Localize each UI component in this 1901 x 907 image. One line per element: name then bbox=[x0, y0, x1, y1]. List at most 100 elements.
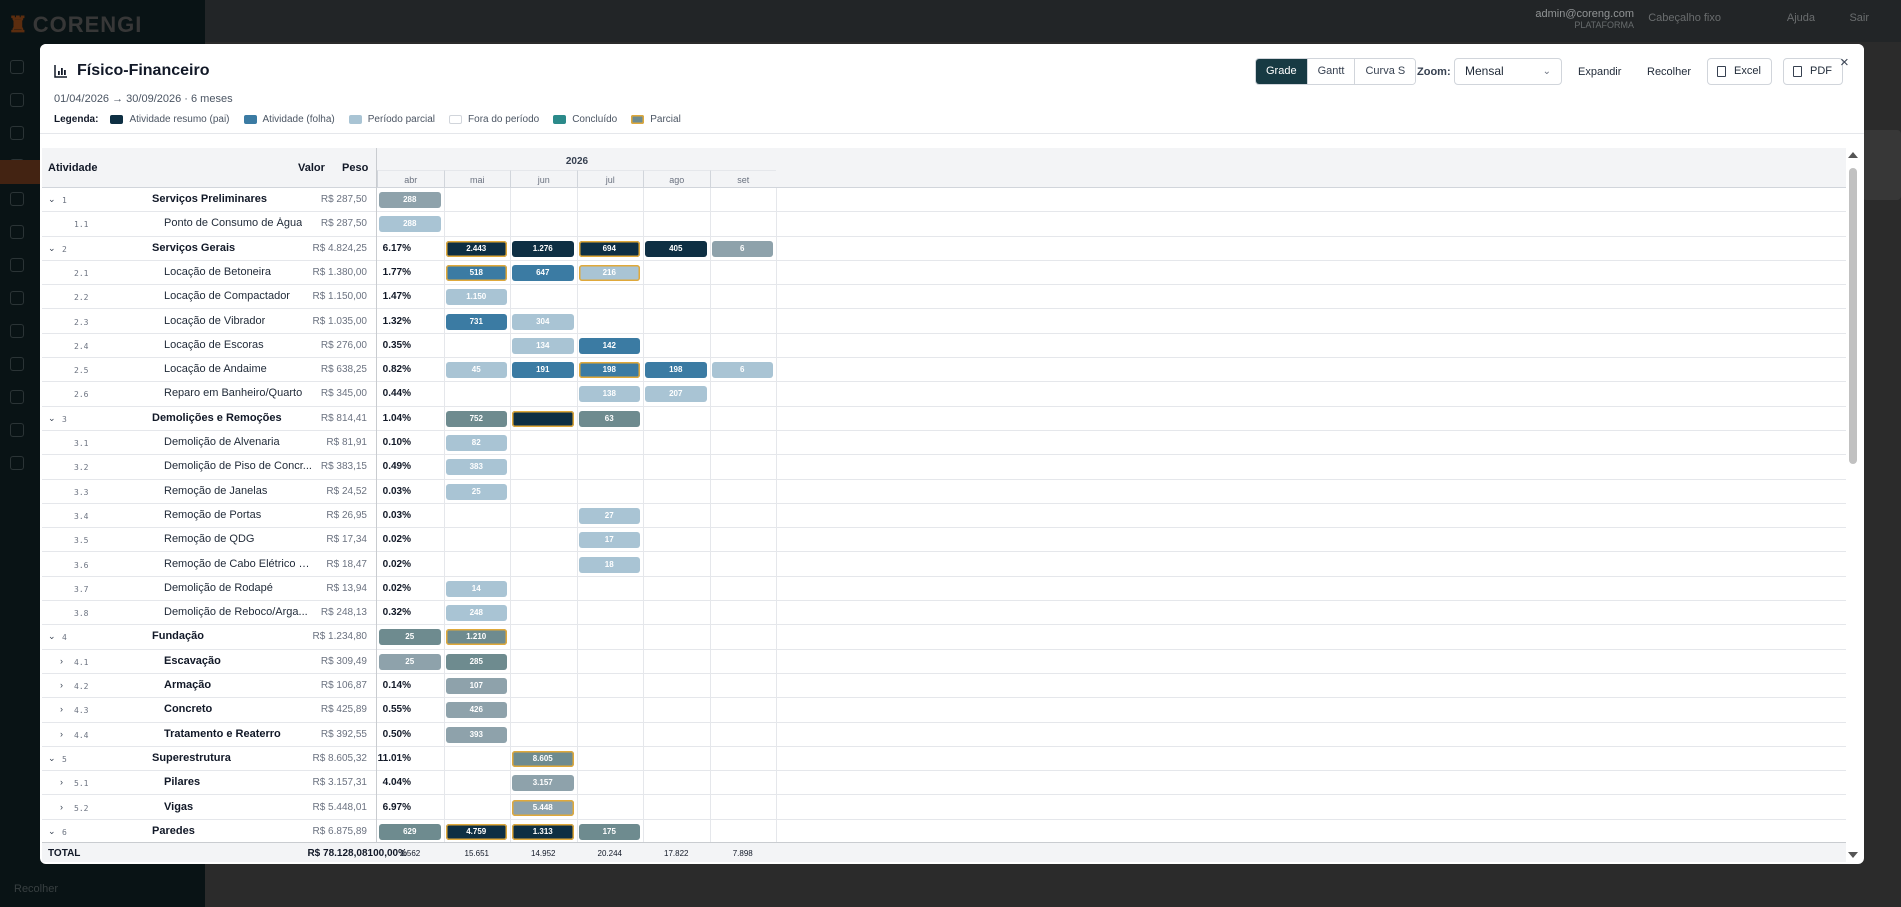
vertical-scrollbar[interactable] bbox=[1846, 148, 1860, 862]
close-icon[interactable]: × bbox=[1840, 54, 1849, 71]
sidebar-collapse-button[interactable]: Recolher bbox=[14, 883, 58, 895]
chevron-down-icon[interactable]: ⌄ bbox=[48, 826, 56, 837]
table-row[interactable]: › 4.3 Concreto R$ 425,89 0.55% 426 bbox=[42, 698, 1848, 723]
table-row[interactable]: › 4.2 Armação R$ 106,87 0.14% 107 bbox=[42, 674, 1848, 699]
month-value-bar[interactable]: 518 bbox=[445, 264, 507, 281]
month-value-bar[interactable]: 426 bbox=[445, 702, 507, 719]
table-row[interactable]: ⌄ 3 Demolições e Remoções R$ 814,41 1.04% 752… bbox=[42, 406, 1848, 431]
table-row[interactable]: 2.4 Locação de Escoras R$ 276,00 0.35% 134 14… bbox=[42, 333, 1848, 359]
month-value-bar[interactable]: 82 bbox=[445, 435, 507, 451]
chevron-right-icon[interactable]: › bbox=[60, 777, 63, 787]
excel-export-button[interactable]: Excel bbox=[1707, 58, 1772, 85]
tab-gantt[interactable]: Gantt bbox=[1307, 59, 1356, 84]
chevron-down-icon[interactable]: ⌄ bbox=[48, 631, 56, 642]
truck-icon[interactable] bbox=[10, 291, 24, 305]
tab-grade[interactable]: Grade bbox=[1256, 59, 1308, 84]
chevron-down-icon[interactable]: ⌄ bbox=[48, 243, 56, 254]
table-row[interactable]: 3.1 Demolição de Alvenaria R$ 81,91 0.10% 82 bbox=[42, 431, 1848, 456]
month-value-bar[interactable]: 1.150 bbox=[445, 289, 507, 306]
month-value-bar[interactable] bbox=[512, 410, 574, 427]
table-row[interactable]: 3.6 Remoção de Cabo Elétrico - ... R$ 18,4… bbox=[42, 552, 1848, 577]
month-value-bar[interactable]: 63 bbox=[578, 410, 640, 427]
layers-icon[interactable] bbox=[10, 258, 24, 272]
month-value-bar[interactable]: 8.605 bbox=[512, 750, 574, 767]
box-icon[interactable] bbox=[10, 225, 24, 239]
dashboard-icon[interactable] bbox=[10, 60, 24, 74]
month-value-bar[interactable]: 752 bbox=[445, 410, 507, 427]
month-value-bar[interactable]: 138 bbox=[578, 386, 640, 403]
chevron-right-icon[interactable]: › bbox=[60, 729, 63, 739]
month-value-bar[interactable]: 288 bbox=[379, 216, 441, 233]
month-value-bar[interactable]: 5.448 bbox=[512, 799, 574, 816]
scroll-up-icon[interactable] bbox=[1848, 152, 1858, 158]
table-row[interactable]: ⌄ 5 Superestrutura R$ 8.605,32 11.01% 8.605 bbox=[42, 746, 1848, 772]
month-value-bar[interactable]: 3.157 bbox=[512, 775, 574, 792]
month-value-bar[interactable]: 18 bbox=[578, 556, 640, 573]
users-icon[interactable] bbox=[10, 324, 24, 338]
month-value-bar[interactable]: 731 bbox=[445, 313, 507, 330]
table-row[interactable]: 3.2 Demolição de Piso de Concr... R$ 383,1… bbox=[42, 455, 1848, 480]
fixed-header-toggle[interactable]: Cabeçalho fixo bbox=[1648, 12, 1721, 24]
chevron-right-icon[interactable]: › bbox=[60, 656, 63, 666]
table-row[interactable]: 3.3 Remoção de Janelas R$ 24,52 0.03% 25 bbox=[42, 479, 1848, 504]
month-value-bar[interactable]: 393 bbox=[445, 726, 507, 743]
month-value-bar[interactable]: 405 bbox=[645, 240, 707, 257]
month-value-bar[interactable]: 134 bbox=[512, 337, 574, 354]
month-value-bar[interactable]: 142 bbox=[578, 337, 640, 354]
zoom-select[interactable]: Mensal ⌄ bbox=[1454, 58, 1562, 85]
month-value-bar[interactable]: 17 bbox=[578, 532, 640, 549]
table-row[interactable]: 1.1Ponto de Consumo de ÁguaR$ 287,500.37… bbox=[42, 212, 1848, 237]
chevron-right-icon[interactable]: › bbox=[60, 680, 63, 690]
month-value-bar[interactable]: 2.443 bbox=[445, 240, 507, 257]
logout-button[interactable]: Sair bbox=[1849, 12, 1869, 24]
shield-icon[interactable] bbox=[10, 456, 24, 470]
table-row[interactable]: ⌄4FundaçãoR$ 1.234,801.58%251.210 bbox=[42, 625, 1848, 650]
collapse-button[interactable]: Recolher bbox=[1647, 66, 1691, 78]
scroll-down-icon[interactable] bbox=[1848, 852, 1858, 858]
table-row[interactable]: 3.7 Demolição de Rodapé R$ 13,94 0.02% 14 bbox=[42, 576, 1848, 602]
month-value-bar[interactable]: 25 bbox=[379, 629, 441, 646]
month-value-bar[interactable]: 694 bbox=[578, 240, 640, 257]
list-icon[interactable] bbox=[10, 192, 24, 206]
table-row[interactable]: › 4.4 Tratamento e Reaterro R$ 392,55 0.50% 3… bbox=[42, 722, 1848, 747]
month-value-bar[interactable]: 216 bbox=[578, 264, 640, 281]
settings-icon[interactable] bbox=[10, 390, 24, 404]
table-row[interactable]: 2.5 Locação de Andaime R$ 638,25 0.82% 45 191… bbox=[42, 358, 1848, 383]
month-value-bar[interactable]: 248 bbox=[445, 605, 507, 622]
pdf-export-button[interactable]: PDF bbox=[1783, 58, 1843, 85]
table-row[interactable]: ⌄1Serviços PreliminaresR$ 287,500.37%288 bbox=[42, 188, 1848, 213]
month-value-bar[interactable]: 304 bbox=[512, 313, 574, 330]
month-value-bar[interactable]: 25 bbox=[379, 653, 441, 670]
credit-card-icon[interactable] bbox=[10, 423, 24, 437]
month-value-bar[interactable]: 288 bbox=[379, 192, 441, 208]
table-row[interactable]: 3.4 Remoção de Portas R$ 26,95 0.03% 27 bbox=[42, 503, 1848, 529]
building-icon[interactable] bbox=[10, 126, 24, 140]
chevron-down-icon[interactable]: ⌄ bbox=[48, 753, 56, 764]
chevron-right-icon[interactable]: › bbox=[60, 802, 63, 812]
chevron-down-icon[interactable]: ⌄ bbox=[48, 194, 56, 205]
table-row[interactable]: 2.6 Reparo em Banheiro/Quarto R$ 345,00 0.4… bbox=[42, 382, 1848, 407]
table-row[interactable]: 2.2 Locação de Compactador R$ 1.150,00 1.47… bbox=[42, 285, 1848, 310]
month-value-bar[interactable]: 191 bbox=[512, 362, 574, 379]
table-row[interactable]: 2.1 Locação de Betoneira R$ 1.380,00 1.77% 5… bbox=[42, 260, 1848, 286]
tab-curva-s[interactable]: Curva S bbox=[1355, 59, 1416, 84]
month-value-bar[interactable]: 6 bbox=[711, 362, 773, 379]
month-value-bar[interactable]: 629 bbox=[379, 823, 441, 840]
table-row[interactable]: › 5.1 Pilares R$ 3.157,31 4.04% 3.157 bbox=[42, 771, 1848, 796]
table-row[interactable]: ⌄ 2 Serviços Gerais R$ 4.824,25 6.17% 2.443 1.… bbox=[42, 236, 1848, 261]
month-value-bar[interactable]: 1.276 bbox=[512, 240, 574, 257]
month-value-bar[interactable]: 383 bbox=[445, 459, 507, 476]
month-value-bar[interactable]: 14 bbox=[445, 580, 507, 597]
month-value-bar[interactable]: 107 bbox=[445, 678, 507, 694]
table-row[interactable]: 2.3 Locação de Vibrador R$ 1.035,00 1.32% 73… bbox=[42, 309, 1848, 334]
month-value-bar[interactable]: 25 bbox=[445, 483, 507, 500]
expand-button[interactable]: Expandir bbox=[1578, 66, 1621, 78]
month-value-bar[interactable]: 45 bbox=[445, 362, 507, 379]
user-icon[interactable] bbox=[10, 357, 24, 371]
table-row[interactable]: 3.5 Remoção de QDG R$ 17,34 0.02% 17 bbox=[42, 528, 1848, 553]
month-value-bar[interactable]: 175 bbox=[578, 823, 640, 840]
month-value-bar[interactable]: 647 bbox=[512, 264, 574, 281]
scrollbar-thumb[interactable] bbox=[1849, 168, 1857, 464]
month-value-bar[interactable]: 6 bbox=[711, 240, 773, 257]
chevron-right-icon[interactable]: › bbox=[60, 704, 63, 714]
